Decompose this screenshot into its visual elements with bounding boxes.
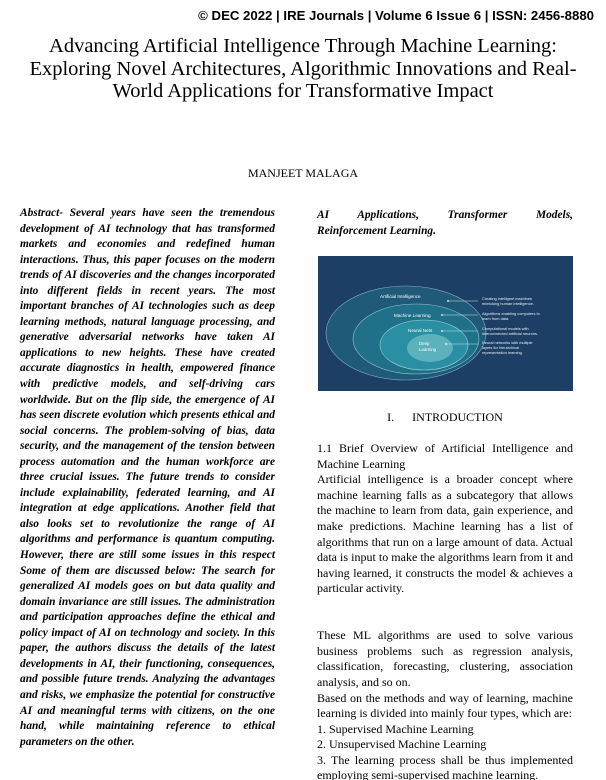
label-deep-learning-2: Learning: [419, 347, 437, 352]
introduction-body: 1.1 Brief Overview of Artificial Intelli…: [317, 441, 573, 780]
keywords-line-1: AI Applications, Transformer Models,: [317, 209, 573, 221]
abstract: Abstract- Several years have seen the tr…: [20, 207, 275, 748]
intro-paragraph-3: Based on the methods and way of learning…: [317, 690, 573, 721]
ai-hierarchy-diagram: Artificial Intelligence Machine Learning…: [325, 285, 540, 381]
paper-title: Advancing Artificial Intelligence Throug…: [29, 35, 577, 102]
section-title: INTRODUCTION: [412, 410, 503, 424]
author-name: MANJEET MALAGA: [247, 166, 359, 180]
desc-dl-3: representation learning.: [482, 350, 523, 355]
label-artificial-intelligence: Artificial Intelligence: [380, 294, 421, 299]
journal-header: © DEC 2022 | IRE Journals | Volume 6 Iss…: [198, 8, 594, 23]
desc-ml-2: learn from data.: [482, 316, 509, 321]
label-neural-nets: Neural Nets: [408, 328, 433, 333]
ml-type-list-item: 1. Supervised Machine Learning: [317, 721, 474, 736]
desc-ai-2: mimicking human intelligence.: [482, 301, 534, 306]
ml-type-list-item: 3. The learning process shall be thus im…: [317, 752, 573, 780]
subsection-title: 1.1 Brief Overview of Artificial Intelli…: [317, 441, 573, 471]
intro-paragraph-1: Artificial intelligence is a broader con…: [317, 472, 573, 596]
keywords: AI Applications, Transformer Models, Rei…: [317, 208, 573, 239]
intro-paragraph-2: These ML algorithms are used to solve va…: [317, 628, 573, 689]
ml-type-list-item: 2. Unsupervised Machine Learning: [317, 737, 487, 752]
label-machine-learning: Machine Learning: [394, 313, 431, 318]
section-number: I.: [387, 410, 395, 424]
desc-nn-2: interconnected artificial neurons.: [482, 331, 538, 336]
label-deep-learning-1: Deep: [419, 341, 430, 346]
ai-hierarchy-figure: Artificial Intelligence Machine Learning…: [318, 256, 573, 391]
keywords-line-2: Reinforcement Learning.: [317, 224, 436, 237]
section-heading-introduction: I. INTRODUCTION: [317, 410, 573, 425]
